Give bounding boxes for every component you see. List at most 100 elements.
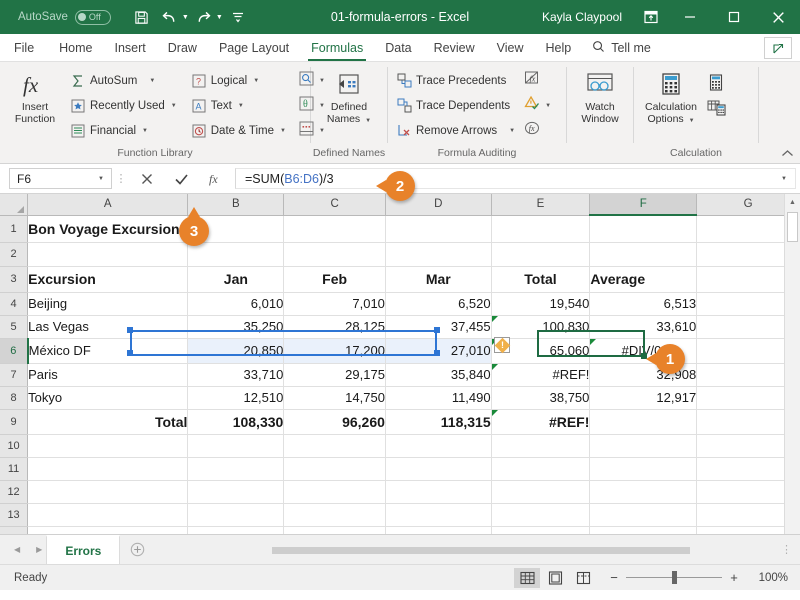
- cell-f12[interactable]: [589, 480, 698, 504]
- tab-home[interactable]: Home: [48, 34, 103, 61]
- tab-insert[interactable]: Insert: [104, 34, 157, 61]
- column-header-e[interactable]: E: [491, 194, 591, 216]
- row-header-13[interactable]: 13: [0, 503, 29, 527]
- cell-e2[interactable]: [491, 242, 591, 267]
- collapse-ribbon-icon[interactable]: [781, 149, 794, 161]
- cell-f5[interactable]: 33,610: [589, 315, 698, 339]
- cell-f4[interactable]: 6,513: [589, 292, 698, 316]
- calculation-options-button[interactable]: Calculation Options ▼: [638, 66, 704, 127]
- normal-view-icon[interactable]: [514, 567, 540, 588]
- zoom-slider-thumb[interactable]: [672, 571, 677, 584]
- previous-sheet-icon[interactable]: ◀: [14, 545, 20, 554]
- autosum-caret-icon[interactable]: ▼: [149, 78, 155, 84]
- autosave-switch[interactable]: Off: [74, 9, 111, 25]
- row-header-3[interactable]: 3: [0, 266, 29, 293]
- redo-icon[interactable]: [191, 4, 217, 30]
- row-header-7[interactable]: 7: [0, 363, 29, 387]
- cell-d10[interactable]: [385, 434, 492, 458]
- row-header-5[interactable]: 5: [0, 315, 29, 339]
- show-formulas-button[interactable]: fx: [521, 68, 554, 93]
- cell-f9[interactable]: [589, 409, 698, 435]
- customize-qat-icon[interactable]: [225, 4, 251, 30]
- row-header-14-partial[interactable]: [0, 526, 29, 534]
- close-icon[interactable]: [756, 0, 800, 34]
- column-header-a[interactable]: A: [27, 194, 189, 216]
- cell-e3[interactable]: Total: [491, 266, 591, 293]
- cell-b2[interactable]: [187, 242, 285, 267]
- tab-help[interactable]: Help: [535, 34, 583, 61]
- cell-b12[interactable]: [187, 480, 285, 504]
- cell-c10[interactable]: [283, 434, 386, 458]
- cell-d13[interactable]: [385, 503, 492, 527]
- cell-d8[interactable]: 11,490: [385, 386, 492, 410]
- cell-a14[interactable]: [27, 526, 189, 534]
- cell-d11[interactable]: [385, 457, 492, 481]
- cell-a7[interactable]: Paris: [27, 363, 189, 387]
- watch-window-button[interactable]: Watch Window: [574, 66, 626, 125]
- cell-b5[interactable]: 35,250: [187, 315, 285, 339]
- cell-f1[interactable]: [589, 215, 698, 243]
- vertical-scrollbar[interactable]: ▲: [784, 194, 800, 534]
- cell-e1[interactable]: [491, 215, 591, 243]
- column-header-c[interactable]: C: [283, 194, 386, 216]
- cell-b14[interactable]: [187, 526, 285, 534]
- trace-dependents-button[interactable]: Trace Dependents: [392, 93, 519, 118]
- cell-c3[interactable]: Feb: [283, 266, 386, 293]
- cell-c1[interactable]: [283, 215, 386, 243]
- cell-d12[interactable]: [385, 480, 492, 504]
- zoom-in-button[interactable]: +: [728, 570, 740, 585]
- cell-a8[interactable]: Tokyo: [27, 386, 189, 410]
- maximize-icon[interactable]: [712, 0, 756, 34]
- cell-d2[interactable]: [385, 242, 492, 267]
- cell-b10[interactable]: [187, 434, 285, 458]
- row-header-8[interactable]: 8: [0, 386, 29, 410]
- cell-e11[interactable]: [491, 457, 591, 481]
- cell-d14[interactable]: [385, 526, 492, 534]
- cell-f8[interactable]: 12,917: [589, 386, 698, 410]
- date-time-button[interactable]: Date & Time ▼: [187, 118, 290, 143]
- redo-dropdown-caret[interactable]: ▼: [216, 14, 223, 21]
- autosave-toggle[interactable]: AutoSave Off: [18, 9, 111, 25]
- minimize-icon[interactable]: [668, 0, 712, 34]
- text-function-button[interactable]: A Text ▼: [187, 93, 290, 118]
- cancel-x-icon[interactable]: [130, 167, 164, 191]
- sheet-tab-errors[interactable]: Errors: [46, 535, 121, 564]
- cell-a9[interactable]: Total: [27, 409, 189, 435]
- row-header-12[interactable]: 12: [0, 480, 29, 504]
- cell-e8[interactable]: 38,750: [491, 386, 591, 410]
- next-sheet-icon[interactable]: ▶: [36, 545, 42, 554]
- row-header-1[interactable]: 1: [0, 215, 29, 243]
- tell-me-search[interactable]: Tell me: [582, 34, 661, 61]
- cell-a6[interactable]: México DF: [27, 338, 189, 364]
- cell-c13[interactable]: [283, 503, 386, 527]
- cell-a11[interactable]: [27, 457, 189, 481]
- row-header-2[interactable]: 2: [0, 242, 29, 267]
- row-header-9[interactable]: 9: [0, 409, 29, 435]
- cell-d1[interactable]: [385, 215, 492, 243]
- cell-b7[interactable]: 33,710: [187, 363, 285, 387]
- cell-a13[interactable]: [27, 503, 189, 527]
- share-icon[interactable]: [764, 36, 792, 59]
- cell-c8[interactable]: 14,750: [283, 386, 386, 410]
- cell-a5[interactable]: Las Vegas: [27, 315, 189, 339]
- cell-f3[interactable]: Average: [589, 266, 698, 293]
- cell-e5[interactable]: 100,830: [491, 315, 591, 339]
- cell-e7[interactable]: #REF!: [491, 363, 591, 387]
- cell-f14[interactable]: [589, 526, 698, 534]
- expand-formula-bar-icon[interactable]: ▼: [781, 176, 787, 182]
- cell-b13[interactable]: [187, 503, 285, 527]
- tab-review[interactable]: Review: [423, 34, 486, 61]
- cell-e9[interactable]: #REF!: [491, 409, 591, 435]
- cell-a12[interactable]: [27, 480, 189, 504]
- cell-a2[interactable]: [27, 242, 189, 267]
- horizontal-scroll-grip[interactable]: ⋮: [781, 543, 792, 556]
- reference-handle-tl[interactable]: [127, 327, 133, 333]
- cell-e13[interactable]: [491, 503, 591, 527]
- name-box[interactable]: F6 ▼: [9, 168, 112, 189]
- formula-input[interactable]: =SUM(B6:D6)/3 ▼: [235, 168, 796, 189]
- cell-e12[interactable]: [491, 480, 591, 504]
- ribbon-display-options-icon[interactable]: [634, 0, 668, 34]
- cell-a4[interactable]: Beijing: [27, 292, 189, 316]
- row-header-6[interactable]: 6: [0, 338, 29, 364]
- recently-used-caret-icon[interactable]: ▼: [171, 103, 177, 109]
